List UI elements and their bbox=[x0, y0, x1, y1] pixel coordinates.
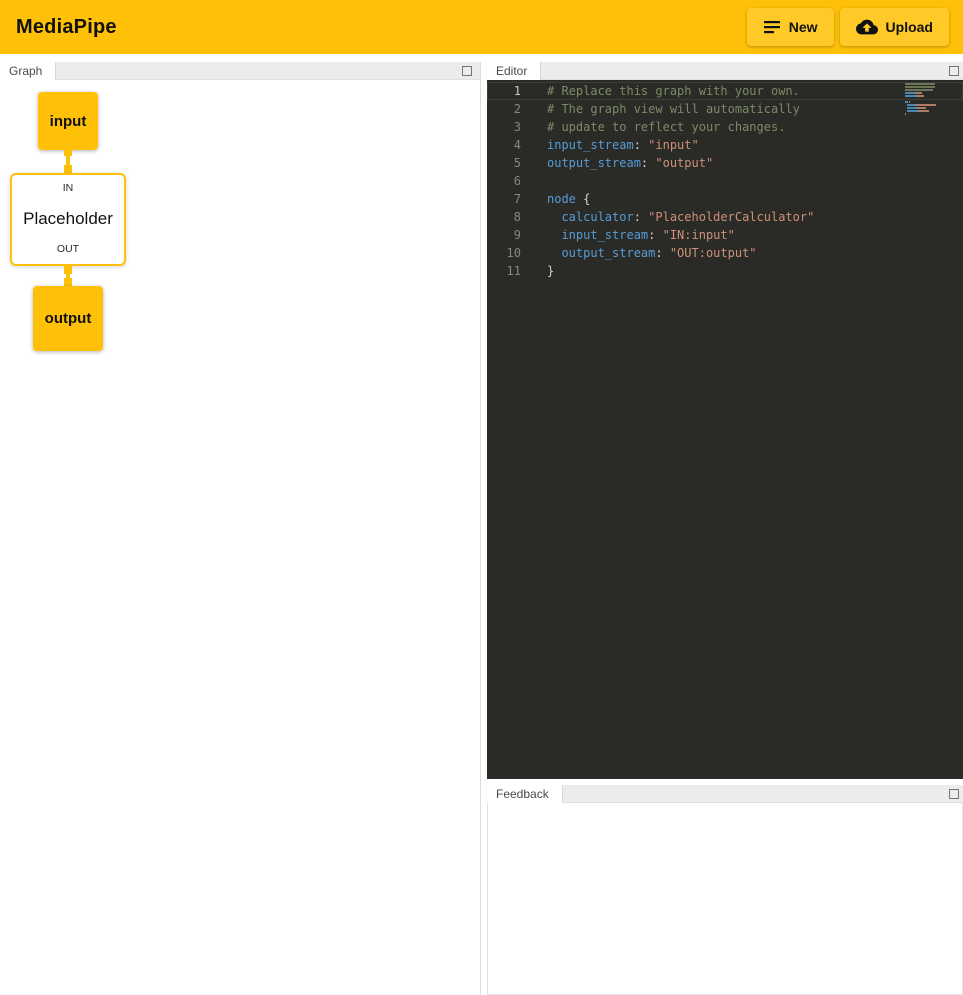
app: MediaPipe New Upload Graph bbox=[0, 0, 963, 995]
line-number: 1 bbox=[487, 82, 535, 100]
maximize-icon[interactable] bbox=[462, 66, 472, 76]
code-line: 1 # Replace this graph with your own. bbox=[487, 82, 963, 100]
input-port-dot bbox=[64, 278, 72, 286]
line-number: 8 bbox=[487, 208, 535, 226]
minimap[interactable] bbox=[905, 83, 943, 116]
feedback-tabbar: Feedback bbox=[487, 785, 963, 803]
graph-panel: Graph input IN Placeholder OUT output bbox=[0, 62, 481, 995]
cloud-upload-icon bbox=[856, 16, 878, 38]
minimap-line bbox=[905, 86, 943, 88]
maximize-icon[interactable] bbox=[949, 66, 959, 76]
line-content: input_stream: "IN:input" bbox=[547, 226, 735, 244]
new-button-label: New bbox=[789, 19, 818, 35]
upload-button[interactable]: Upload bbox=[840, 8, 949, 46]
line-number: 11 bbox=[487, 262, 535, 280]
code-line: 3 # update to reflect your changes. bbox=[487, 118, 963, 136]
placeholder-out-port-label: OUT bbox=[57, 243, 79, 255]
minimap-line bbox=[905, 98, 943, 100]
new-button[interactable]: New bbox=[747, 8, 834, 46]
minimap-line bbox=[905, 104, 943, 106]
line-number: 6 bbox=[487, 172, 535, 190]
line-content: output_stream: "output" bbox=[547, 154, 713, 172]
code-line: 5 output_stream: "output" bbox=[487, 154, 963, 172]
minimap-line bbox=[905, 110, 943, 112]
code-line: 11} bbox=[487, 262, 963, 280]
line-content: calculator: "PlaceholderCalculator" bbox=[547, 208, 814, 226]
graph-canvas[interactable]: input IN Placeholder OUT output bbox=[0, 80, 480, 995]
code-editor[interactable]: 1 # Replace this graph with your own. 2 # T… bbox=[487, 80, 963, 779]
code-line: 6 bbox=[487, 172, 963, 190]
line-content: } bbox=[547, 262, 554, 280]
code-line: 7 node { bbox=[487, 190, 963, 208]
editor-panel: Editor 1 # Replace this graph with your o… bbox=[487, 62, 963, 779]
input-port-dot bbox=[64, 165, 72, 173]
minimap-line bbox=[905, 101, 943, 103]
line-content: input_stream: "input" bbox=[547, 136, 699, 154]
tab-editor[interactable]: Editor bbox=[487, 62, 541, 80]
minimap-line bbox=[905, 113, 943, 115]
feedback-panel: Feedback bbox=[487, 785, 963, 995]
code-line: 9 input_stream: "IN:input" bbox=[487, 226, 963, 244]
tab-graph[interactable]: Graph bbox=[0, 62, 56, 80]
line-content: # The graph view will automatically bbox=[547, 100, 800, 118]
code-line: 10 output_stream: "OUT:output" bbox=[487, 244, 963, 262]
line-content: # update to reflect your changes. bbox=[547, 118, 785, 136]
code-line: 2 # The graph view will automatically bbox=[487, 100, 963, 118]
menu-lines-icon bbox=[763, 18, 781, 36]
node-placeholder[interactable]: IN Placeholder OUT bbox=[10, 173, 126, 266]
tab-feedback[interactable]: Feedback bbox=[487, 785, 563, 803]
graph-tabbar: Graph bbox=[0, 62, 480, 80]
upload-button-label: Upload bbox=[886, 19, 933, 35]
line-content: output_stream: "OUT:output" bbox=[547, 244, 757, 262]
node-output-label: output bbox=[45, 310, 92, 327]
header-actions: New Upload bbox=[747, 8, 949, 46]
code-line: 8 calculator: "PlaceholderCalculator" bbox=[487, 208, 963, 226]
app-title: MediaPipe bbox=[16, 16, 117, 39]
line-number: 7 bbox=[487, 190, 535, 208]
line-content: # Replace this graph with your own. bbox=[547, 82, 800, 100]
line-content: node { bbox=[547, 190, 590, 208]
header: MediaPipe New Upload bbox=[0, 0, 963, 54]
node-output[interactable]: output bbox=[33, 286, 103, 351]
line-number: 10 bbox=[487, 244, 535, 262]
maximize-icon[interactable] bbox=[949, 789, 959, 799]
minimap-line bbox=[905, 89, 943, 91]
node-input[interactable]: input bbox=[38, 92, 98, 150]
tab-editor-label: Editor bbox=[496, 64, 527, 78]
line-number: 5 bbox=[487, 154, 535, 172]
line-number: 9 bbox=[487, 226, 535, 244]
editor-tabbar: Editor bbox=[487, 62, 963, 80]
line-number: 2 bbox=[487, 100, 535, 118]
line-number: 3 bbox=[487, 118, 535, 136]
node-input-label: input bbox=[50, 113, 87, 130]
minimap-line bbox=[905, 92, 943, 94]
tab-feedback-label: Feedback bbox=[496, 787, 549, 801]
node-placeholder-label: Placeholder bbox=[23, 209, 113, 229]
feedback-content bbox=[487, 803, 963, 995]
minimap-line bbox=[905, 107, 943, 109]
minimap-line bbox=[905, 95, 943, 97]
tab-graph-label: Graph bbox=[9, 64, 42, 78]
placeholder-in-port-label: IN bbox=[63, 182, 74, 194]
code-line: 4 input_stream: "input" bbox=[487, 136, 963, 154]
code-lines: 1 # Replace this graph with your own. 2 # T… bbox=[487, 82, 963, 280]
minimap-line bbox=[905, 83, 943, 85]
line-number: 4 bbox=[487, 136, 535, 154]
